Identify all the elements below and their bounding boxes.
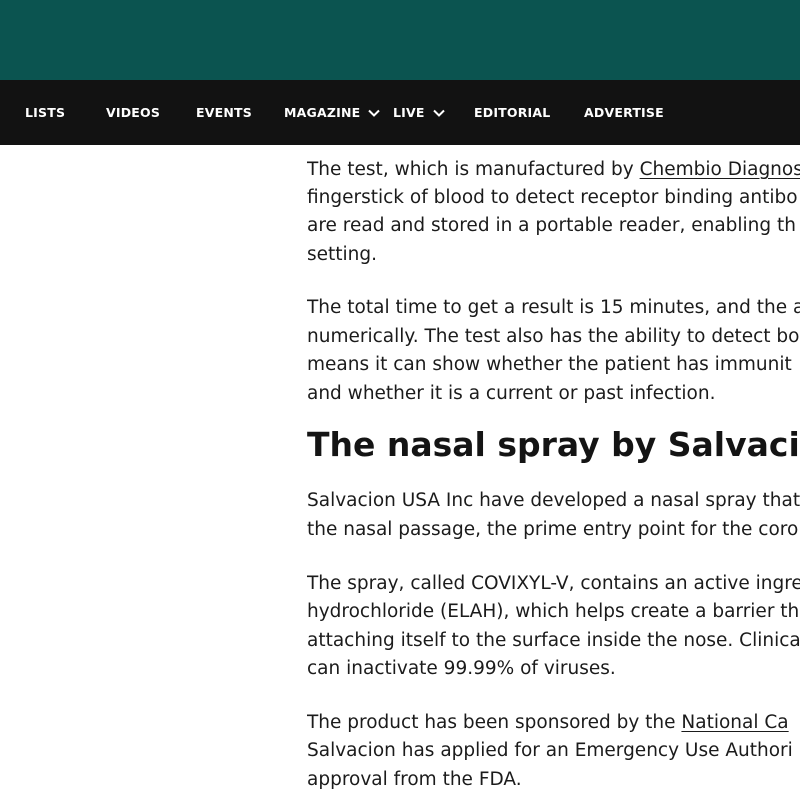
nav-item-editorial[interactable]: EDITORIAL [474, 80, 550, 145]
paragraph-line: approval from the FDA. [307, 769, 522, 790]
national-cancer-link[interactable]: National Ca [681, 712, 788, 733]
paragraph-line: means it can show whether the patient ha… [307, 354, 792, 375]
nav-item-label: EVENTS [196, 105, 252, 120]
paragraph-line: numerically. The test also has the abili… [307, 326, 800, 347]
nav-item-events[interactable]: EVENTS [196, 80, 252, 145]
nav-item-advertise[interactable]: ADVERTISE [584, 80, 664, 145]
paragraph-line: are read and stored in a portable reader… [307, 215, 797, 236]
paragraph-line: and whether it is a current or past infe… [307, 383, 716, 404]
paragraph-line: The product has been sponsored by the Na… [307, 709, 789, 737]
paragraph-line: fingerstick of blood to detect receptor … [307, 187, 798, 208]
paragraph-line: attaching itself to the surface inside t… [307, 630, 800, 651]
nav-item-live[interactable]: LIVE [393, 80, 445, 145]
nav-item-label: EDITORIAL [474, 105, 551, 120]
section-heading: The nasal spray by Salvacion [307, 425, 800, 464]
nav-item-label: LIVE [393, 105, 425, 120]
chevron-down-icon [432, 109, 445, 117]
main-navigation: LISTS VIDEOS EVENTS MAGAZINE LIVE EDITOR… [0, 80, 800, 145]
paragraph-line: setting. [307, 244, 378, 265]
chembio-link[interactable]: Chembio Diagnos [640, 159, 800, 180]
nav-item-label: LISTS [25, 105, 66, 120]
nav-item-magazine[interactable]: MAGAZINE [284, 80, 381, 145]
paragraph-line: The test, which is manufactured by Chemb… [307, 156, 800, 184]
paragraph-line: Salvacion USA Inc have developed a nasal… [307, 490, 800, 511]
nav-item-label: ADVERTISE [584, 105, 664, 120]
paragraph-line: can inactivate 99.99% of viruses. [307, 658, 616, 679]
paragraph-text: The product has been sponsored by the [307, 712, 682, 733]
nav-item-lists[interactable]: LISTS [25, 80, 65, 145]
paragraph-line: hydrochloride (ELAH), which helps create… [307, 601, 800, 622]
chevron-down-icon [368, 109, 381, 117]
paragraph-line: The total time to get a result is 15 min… [307, 297, 800, 318]
paragraph-line: the nasal passage, the prime entry point… [307, 519, 799, 540]
nav-item-videos[interactable]: VIDEOS [106, 80, 160, 145]
site-header-band [0, 0, 800, 80]
article-body: The test, which is manufactured by Chemb… [307, 145, 800, 800]
paragraph-line: The spray, called COVIXYL-V, contains an… [307, 573, 800, 594]
paragraph-text: The test, which is manufactured by [307, 159, 640, 180]
paragraph-line: Salvacion has applied for an Emergency U… [307, 740, 793, 761]
nav-item-label: VIDEOS [106, 105, 161, 120]
nav-item-label: MAGAZINE [284, 105, 361, 120]
